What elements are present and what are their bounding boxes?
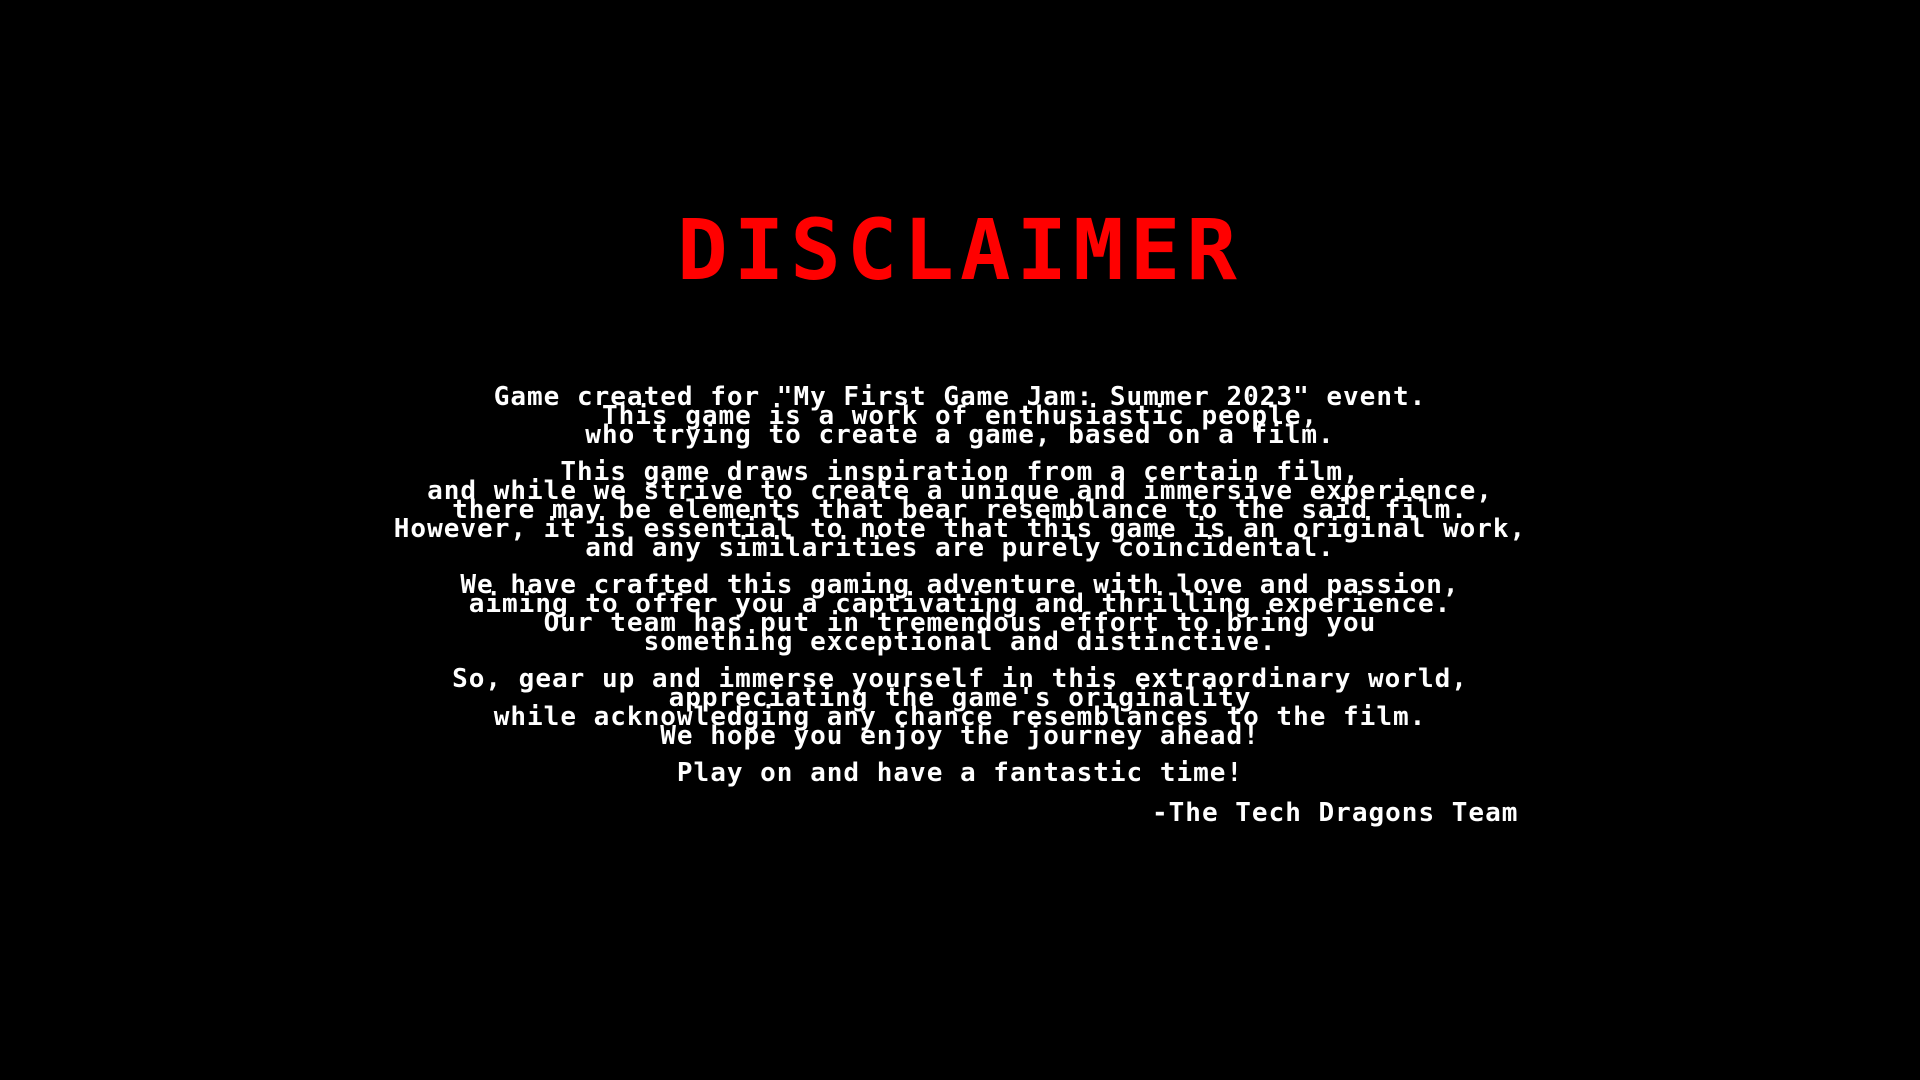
paragraph-event-info: Game created for "My First Game Jam: Sum… (0, 384, 1920, 450)
paragraph-line: who trying to create a game, based on a … (585, 420, 1335, 450)
paragraph-immerse: So, gear up and immerse yourself in this… (0, 666, 1920, 751)
closing-line: Play on and have a fantastic time! (0, 758, 1920, 788)
team-signature: -The Tech Dragons Team (1152, 798, 1519, 828)
paragraph-inspiration: This game draws inspiration from a certa… (0, 459, 1920, 563)
disclaimer-screen: DISCLAIMER Game created for "My First Ga… (0, 0, 1920, 1080)
closing-text: Play on and have a fantastic time! (676, 758, 1244, 788)
paragraph-line: and any similarities are purely coincide… (585, 533, 1335, 563)
paragraph-crafted: We have crafted this gaming adventure wi… (0, 572, 1920, 657)
disclaimer-body: Game created for "My First Game Jam: Sum… (0, 384, 1920, 801)
paragraph-line: We hope you enjoy the journey ahead! (660, 721, 1260, 751)
disclaimer-title: DISCLAIMER (677, 201, 1243, 299)
paragraph-line: something exceptional and distinctive. (643, 627, 1277, 657)
